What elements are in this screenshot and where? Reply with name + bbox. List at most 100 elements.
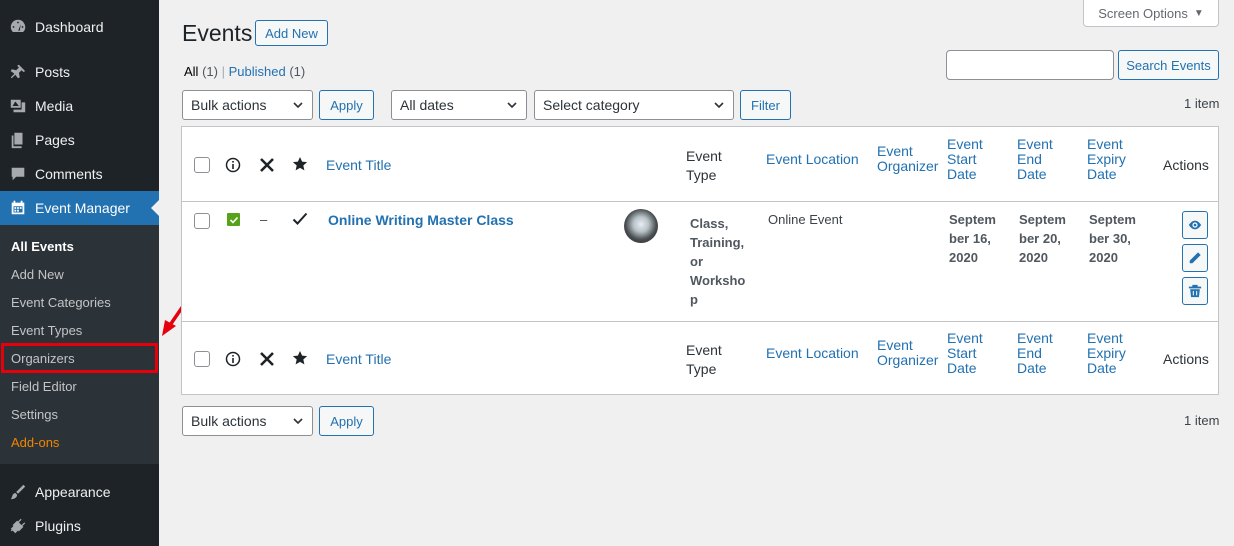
bulk-actions-select[interactable]: Bulk actions bbox=[182, 90, 313, 120]
star-icon bbox=[292, 157, 308, 171]
cell-line: 2020 bbox=[1019, 250, 1048, 265]
menu-item-posts[interactable]: Posts bbox=[0, 55, 159, 89]
cell-line: Class, bbox=[690, 216, 729, 231]
col-line: Start bbox=[947, 345, 977, 361]
submenu-settings[interactable]: Settings bbox=[11, 407, 58, 422]
col-event-title[interactable]: Event Title bbox=[326, 158, 391, 173]
col-line: Event bbox=[1087, 136, 1123, 152]
select-all-checkbox-footer[interactable] bbox=[194, 351, 210, 367]
event-title-link[interactable]: Online Writing Master Class bbox=[328, 212, 514, 228]
col-line: Date bbox=[1087, 166, 1117, 182]
col-line: Date bbox=[1017, 166, 1047, 182]
category-select[interactable]: Select category bbox=[534, 90, 734, 120]
cancelled-status-dash: – bbox=[260, 212, 268, 227]
plugin-icon bbox=[0, 517, 35, 535]
submenu-add-ons[interactable]: Add-ons bbox=[11, 435, 59, 450]
screen-options-button[interactable]: Screen Options ▼ bbox=[1083, 0, 1219, 27]
end-date-cell: Septem ber 20, 2020 bbox=[1019, 210, 1066, 267]
category-value: Select category bbox=[543, 97, 640, 113]
row-checkbox[interactable] bbox=[194, 213, 210, 229]
col-event-type-line: Event bbox=[686, 148, 722, 164]
bulk-actions-select-bottom[interactable]: Bulk actions bbox=[182, 406, 313, 436]
col-event-expiry-date-footer[interactable]: Event Expiry Date bbox=[1087, 331, 1126, 376]
comments-icon bbox=[0, 165, 35, 183]
page-title: Events bbox=[182, 20, 253, 46]
col-event-expiry-date[interactable]: Event Expiry Date bbox=[1087, 137, 1126, 182]
media-icon bbox=[0, 97, 35, 115]
search-events-button[interactable]: Search Events bbox=[1118, 50, 1219, 80]
dates-select[interactable]: All dates bbox=[391, 90, 527, 120]
col-event-organizer-footer[interactable]: Event Organizer bbox=[877, 338, 938, 368]
col-line: Type bbox=[686, 361, 717, 377]
cell-line: ber 16, bbox=[949, 231, 991, 246]
submenu-all-events[interactable]: All Events bbox=[11, 239, 74, 254]
view-button[interactable] bbox=[1182, 211, 1208, 239]
filter-button[interactable]: Filter bbox=[740, 90, 791, 120]
menu-label: Appearance bbox=[35, 484, 111, 500]
menu-item-appearance[interactable]: Appearance bbox=[0, 475, 159, 509]
select-all-checkbox[interactable] bbox=[194, 157, 210, 173]
cell-line: 2020 bbox=[949, 250, 978, 265]
menu-item-plugins[interactable]: Plugins bbox=[0, 509, 159, 543]
col-line: End bbox=[1017, 151, 1042, 167]
status-filter-links: All (1) | Published (1) bbox=[184, 64, 305, 79]
col-event-title-footer[interactable]: Event Title bbox=[326, 352, 391, 367]
search-events-input[interactable] bbox=[946, 50, 1114, 80]
submenu-add-new[interactable]: Add New bbox=[11, 267, 64, 282]
caret-down-icon: ▼ bbox=[1193, 7, 1204, 19]
col-line: Event bbox=[686, 342, 722, 358]
filter-all-count: (1) bbox=[202, 64, 218, 79]
col-line: Event bbox=[1087, 330, 1123, 346]
col-line: End bbox=[1017, 345, 1042, 361]
info-icon bbox=[225, 351, 241, 367]
delete-button[interactable] bbox=[1182, 277, 1208, 305]
col-event-organizer[interactable]: Event Organizer bbox=[877, 144, 938, 174]
col-line: Event bbox=[947, 330, 983, 346]
filter-all-link[interactable]: All (1) bbox=[184, 64, 218, 79]
submenu-field-editor[interactable]: Field Editor bbox=[11, 379, 77, 394]
col-event-end-date[interactable]: Event End Date bbox=[1017, 137, 1053, 182]
apply-button-top[interactable]: Apply bbox=[319, 90, 374, 120]
filter-all-label: All bbox=[184, 64, 199, 79]
col-line: Start bbox=[947, 151, 977, 167]
col-event-start-date[interactable]: Event Start Date bbox=[947, 137, 983, 182]
active-menu-arrow bbox=[151, 200, 159, 216]
menu-item-event-manager[interactable]: Event Manager bbox=[0, 191, 159, 225]
cell-line: p bbox=[690, 292, 698, 307]
submenu-event-categories[interactable]: Event Categories bbox=[11, 295, 111, 310]
filter-published-link[interactable]: Published (1) bbox=[229, 64, 306, 79]
edit-button[interactable] bbox=[1182, 244, 1208, 272]
trash-icon bbox=[1188, 284, 1202, 298]
menu-label: Posts bbox=[35, 64, 71, 80]
submenu-event-types[interactable]: Event Types bbox=[11, 323, 82, 338]
cell-line: or bbox=[690, 254, 703, 269]
bulk-actions-value: Bulk actions bbox=[191, 413, 267, 429]
col-line: Date bbox=[947, 360, 977, 376]
col-actions: Actions bbox=[1163, 157, 1209, 173]
col-event-type-footer: Event Type bbox=[686, 341, 722, 379]
col-event-start-date-footer[interactable]: Event Start Date bbox=[947, 331, 983, 376]
chevron-down-icon bbox=[507, 102, 517, 109]
col-line: Organizer bbox=[877, 352, 939, 368]
menu-label: Event Manager bbox=[35, 200, 130, 216]
apply-button-bottom[interactable]: Apply bbox=[319, 406, 374, 436]
separator: | bbox=[221, 64, 229, 79]
col-event-location-footer[interactable]: Event Location bbox=[766, 346, 859, 361]
menu-item-pages[interactable]: Pages bbox=[0, 123, 159, 157]
col-event-location[interactable]: Event Location bbox=[766, 152, 859, 167]
dashboard-icon bbox=[0, 18, 35, 36]
start-date-cell: Septem ber 16, 2020 bbox=[949, 210, 996, 267]
menu-item-comments[interactable]: Comments bbox=[0, 157, 159, 191]
dates-value: All dates bbox=[400, 97, 454, 113]
menu-label: Plugins bbox=[35, 518, 81, 534]
events-table: Event Title Event Type Event Location Ev… bbox=[181, 126, 1219, 395]
pencil-icon bbox=[1189, 252, 1201, 264]
col-event-end-date-footer[interactable]: Event End Date bbox=[1017, 331, 1053, 376]
divider bbox=[182, 321, 1218, 322]
menu-label: Media bbox=[35, 98, 74, 114]
add-new-button[interactable]: Add New bbox=[255, 20, 328, 46]
menu-item-media[interactable]: Media bbox=[0, 89, 159, 123]
chevron-down-icon bbox=[714, 102, 724, 109]
cell-line: Septem bbox=[1019, 212, 1066, 227]
menu-item-dashboard[interactable]: Dashboard bbox=[0, 10, 159, 44]
